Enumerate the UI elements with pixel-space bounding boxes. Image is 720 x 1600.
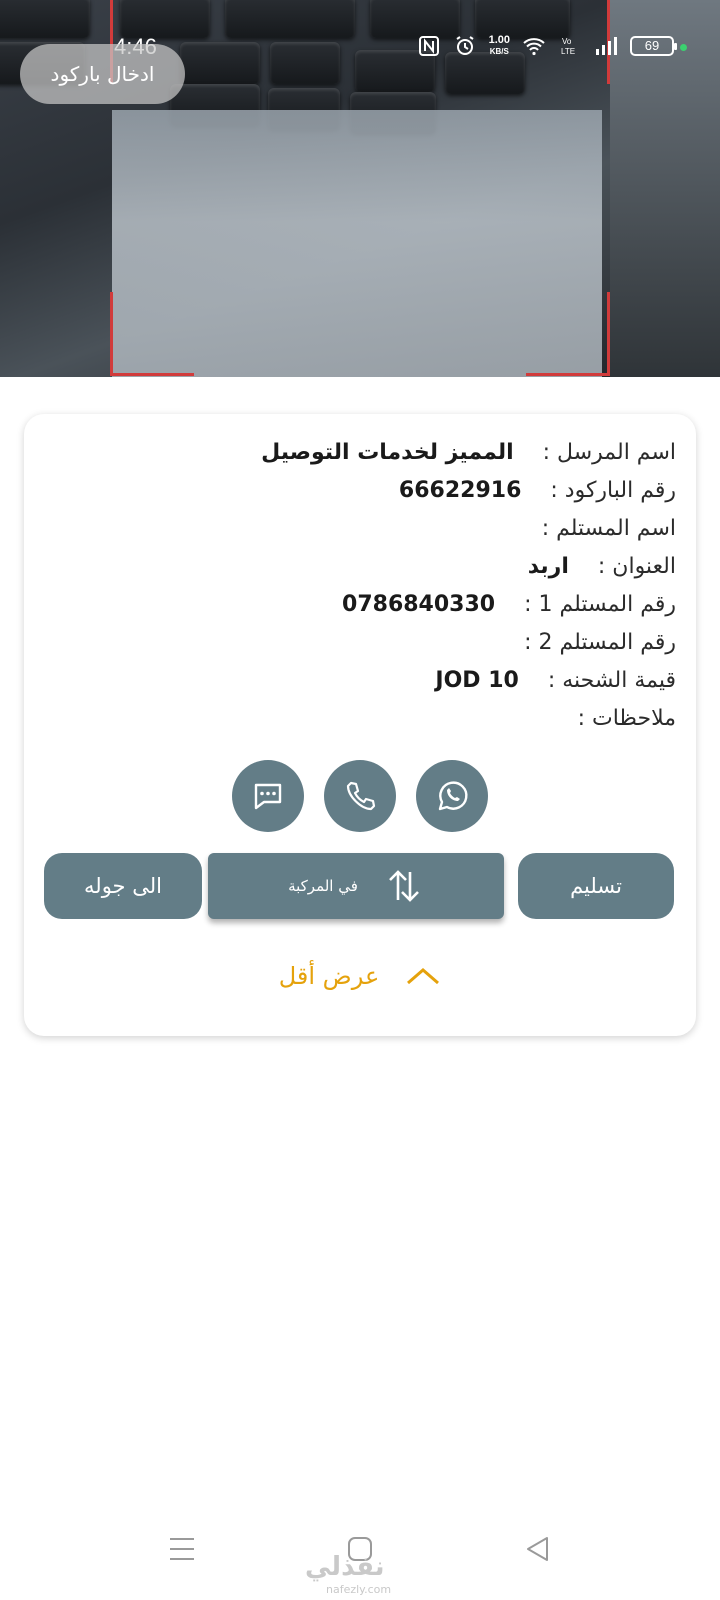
whatsapp-button[interactable] — [416, 760, 488, 832]
menu-icon[interactable] — [168, 1535, 196, 1563]
sender-label: اسم المرسل : — [542, 440, 676, 465]
watermark-logo: نفذلي — [305, 1552, 385, 1582]
address-value: اربد — [527, 554, 569, 579]
amount-label: قيمة الشحنه : — [547, 668, 676, 693]
in-vehicle-button[interactable]: في المركبة — [208, 853, 504, 919]
recipient-label: اسم المستلم : — [541, 516, 676, 541]
speed-unit: KB/S — [489, 47, 509, 56]
battery-indicator: 69 — [630, 36, 677, 56]
amount-value: JOD 10 — [435, 668, 519, 693]
show-less-label: عرض أقل — [278, 962, 380, 990]
show-less-toggle[interactable]: عرض أقل — [24, 962, 696, 990]
deliver-label: تسليم — [570, 874, 622, 898]
svg-text:LTE: LTE — [561, 47, 575, 56]
sender-value: المميز لخدمات التوصيل — [261, 440, 514, 465]
barcode-value: 66622916 — [398, 478, 522, 503]
sender-row: اسم المرسل : المميز لخدمات التوصيل — [56, 434, 676, 472]
amount-row: قيمة الشحنه : JOD 10 — [56, 662, 676, 700]
back-icon[interactable] — [524, 1535, 552, 1563]
phone2-row: رقم المستلم 2 : — [56, 624, 676, 662]
recipient-row: اسم المستلم : — [56, 510, 676, 548]
svg-text:Vo: Vo — [562, 37, 572, 46]
barcode-row: رقم الباركود : 66622916 — [56, 472, 676, 510]
swap-vertical-icon — [389, 870, 419, 902]
wifi-icon — [523, 38, 545, 56]
phone1-label: رقم المستلم 1 : — [524, 592, 676, 617]
call-button[interactable] — [324, 760, 396, 832]
privacy-indicator-dot — [680, 44, 687, 51]
barcode-label: رقم الباركود : — [550, 478, 676, 503]
speed-value: 1.00 — [488, 34, 510, 46]
status-icons: 1.00 KB/S Vo LTE 69 — [417, 34, 677, 58]
deliver-button[interactable]: تسليم — [518, 853, 674, 919]
phone2-label: رقم المستلم 2 : — [524, 630, 676, 655]
notes-row: ملاحظات : — [56, 700, 676, 738]
scan-frame-corner — [526, 292, 610, 376]
shipment-card: اسم المرسل : المميز لخدمات التوصيل رقم ا… — [24, 414, 696, 1036]
phone1-row: رقم المستلم 1 : 0786840330 — [56, 586, 676, 624]
to-tour-label: الى جوله — [84, 874, 162, 898]
enter-barcode-button[interactable]: ادخال باركود — [20, 44, 185, 104]
watermark-url: nafezly.com — [326, 1583, 392, 1596]
to-tour-button[interactable]: الى جوله — [44, 853, 202, 919]
in-vehicle-label: في المركبة — [288, 877, 358, 895]
chevron-up-icon — [407, 968, 440, 985]
scan-frame-corner — [110, 292, 194, 376]
whatsapp-icon — [438, 781, 468, 811]
notes-label: ملاحظات : — [577, 706, 676, 731]
phone1-value: 0786840330 — [342, 592, 496, 617]
volte-icon: VoLTE — [561, 37, 575, 56]
shipment-info: اسم المرسل : المميز لخدمات التوصيل رقم ا… — [56, 434, 676, 738]
alarm-icon — [456, 36, 474, 55]
sms-button[interactable] — [232, 760, 304, 832]
network-speed: 1.00 KB/S — [489, 35, 510, 57]
message-icon — [254, 783, 282, 810]
signal-icon — [596, 37, 617, 55]
address-row: العنوان : اربد — [56, 548, 676, 586]
address-label: العنوان : — [597, 554, 676, 579]
phone-icon — [346, 781, 376, 811]
nfc-icon — [418, 36, 439, 56]
